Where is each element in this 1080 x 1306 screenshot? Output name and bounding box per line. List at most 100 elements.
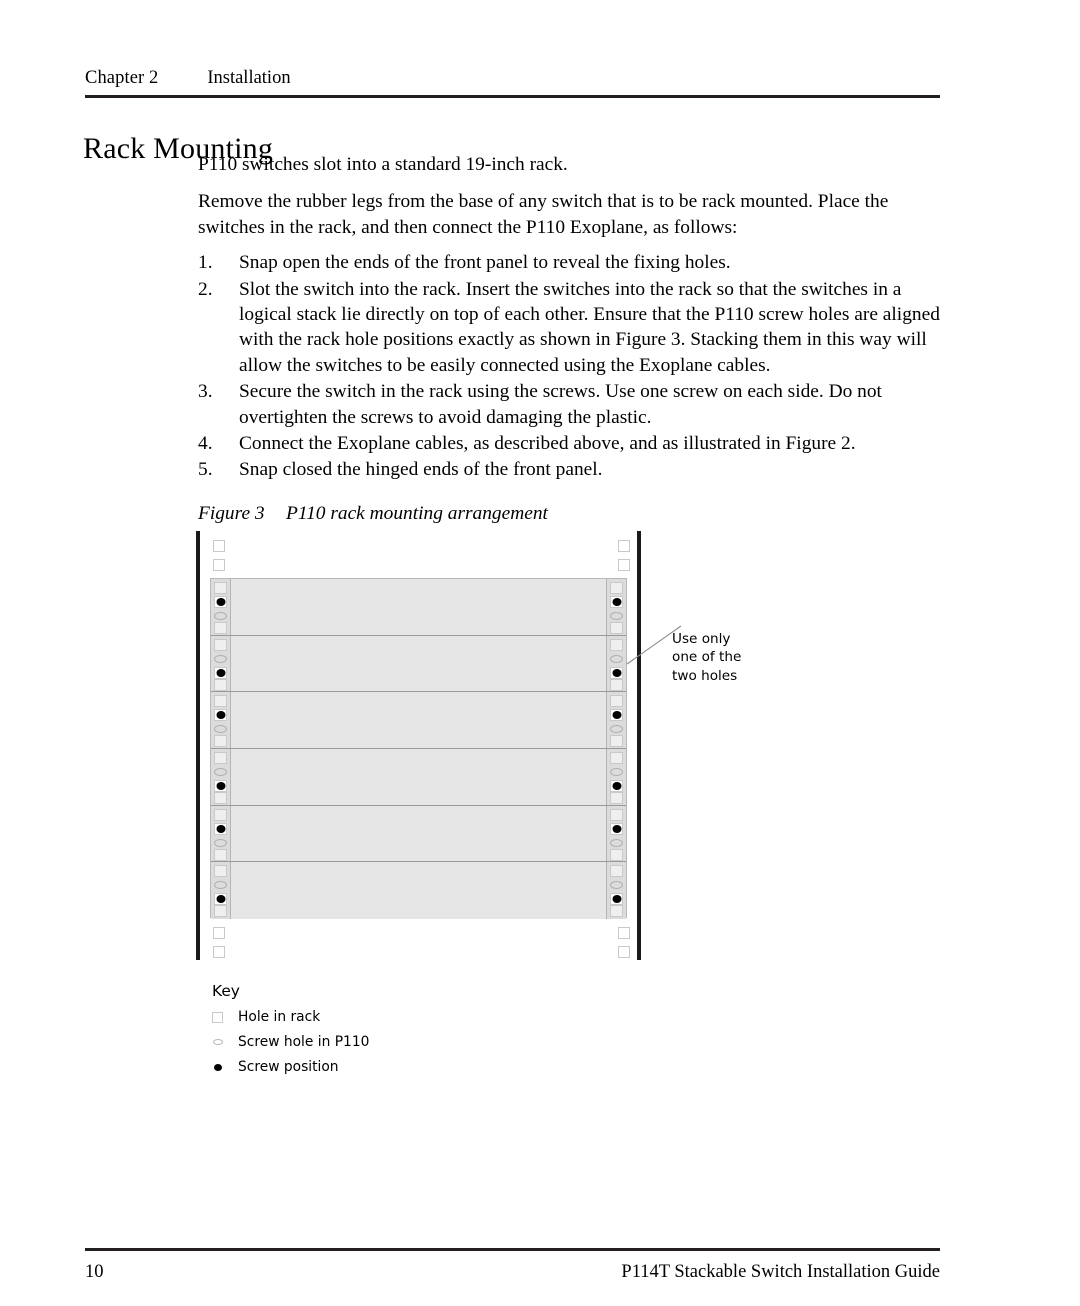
rack-hole-marker xyxy=(610,848,623,861)
screw-position-marker xyxy=(610,780,623,792)
screw-position-marker xyxy=(610,822,623,835)
list-item: 2. Slot the switch into the rack. Insert… xyxy=(198,277,946,379)
switch-unit xyxy=(211,692,626,749)
switch-ear-right xyxy=(606,805,626,862)
rack-hole-left xyxy=(213,946,225,958)
rack-hole-marker xyxy=(610,695,623,708)
screw-hole-marker xyxy=(214,654,227,663)
screw-hole-marker xyxy=(214,768,227,776)
rack-hole-left xyxy=(213,540,225,552)
list-item-text: Snap closed the hinged ends of the front… xyxy=(239,459,603,481)
switch-ear-right xyxy=(606,579,626,635)
switch-ear-left xyxy=(211,692,231,748)
list-item-number: 2. xyxy=(198,278,213,300)
screw-position-marker xyxy=(610,709,623,722)
switch-unit xyxy=(211,749,626,806)
screw-hole-marker xyxy=(610,725,623,734)
screw-position-marker xyxy=(214,709,227,722)
switch-unit xyxy=(211,635,626,693)
screw-position-marker xyxy=(214,780,227,792)
list-item: 3. Secure the switch in the rack using t… xyxy=(198,379,946,430)
rack-hole-marker xyxy=(214,848,227,861)
rack-hole-marker xyxy=(214,752,227,764)
screw-position-marker xyxy=(214,666,227,679)
rack-hole-marker xyxy=(610,622,623,634)
rack-hole-right xyxy=(618,927,630,939)
running-header: Chapter 2 Installation xyxy=(85,68,940,89)
rack-hole-marker xyxy=(610,582,623,594)
procedure-list: 1. Snap open the ends of the front panel… xyxy=(198,250,946,483)
switch-unit xyxy=(211,805,626,863)
rack-hole-marker xyxy=(214,678,227,691)
rack-hole-left xyxy=(213,927,225,939)
figure-caption: Figure 3 P110 rack mounting arrangement xyxy=(198,503,548,525)
rack-hole-marker xyxy=(610,808,623,821)
key-title: Key xyxy=(212,982,240,1000)
screw-position-marker xyxy=(610,893,623,906)
screw-position-dot-icon xyxy=(212,1063,238,1071)
rack-hole-marker xyxy=(214,808,227,821)
list-item: 4. Connect the Exoplane cables, as descr… xyxy=(198,431,946,456)
key-item-label: Screw position xyxy=(238,1059,339,1075)
rack-rail-right xyxy=(637,531,641,960)
rack-hole-marker xyxy=(214,735,227,748)
list-item-number: 4. xyxy=(198,433,213,455)
switch-ear-right xyxy=(606,749,626,805)
screw-hole-ellipse-icon xyxy=(212,1039,238,1045)
switch-ear-left xyxy=(211,579,231,635)
rack-hole-marker xyxy=(610,865,623,878)
switch-ear-right xyxy=(606,635,626,692)
switch-ear-left xyxy=(211,635,231,692)
header-chapter: Chapter 2 xyxy=(85,68,159,88)
rack-hole-marker xyxy=(610,905,623,918)
list-item-text: Connect the Exoplane cables, as describe… xyxy=(239,433,856,455)
page-footer: 10 P114T Stackable Switch Installation G… xyxy=(85,1262,940,1283)
key-item-screw-position: Screw position xyxy=(212,1059,369,1075)
screw-hole-marker xyxy=(610,768,623,776)
footer-rule xyxy=(85,1248,940,1251)
switch-ear-left xyxy=(211,749,231,805)
list-item: 1. Snap open the ends of the front panel… xyxy=(198,250,946,275)
rack-hole-right xyxy=(618,946,630,958)
switch-unit xyxy=(211,579,626,636)
rack-rail-left xyxy=(196,531,200,960)
switch-stack xyxy=(210,578,627,919)
key-item-hole-in-rack: Hole in rack xyxy=(212,1009,369,1025)
switch-ear-left xyxy=(211,805,231,862)
paragraph-intro: P110 switches slot into a standard 19-in… xyxy=(198,154,568,175)
key-item-label: Screw hole in P110 xyxy=(238,1034,370,1050)
list-item-number: 1. xyxy=(198,252,213,274)
rack-hole-right xyxy=(618,559,630,571)
rack-hole-marker xyxy=(610,752,623,764)
switch-ear-right xyxy=(606,862,626,919)
paragraph-procedure-lead: Remove the rubber legs from the base of … xyxy=(198,191,889,238)
rack-hole-marker xyxy=(610,735,623,748)
rack-hole-marker xyxy=(610,678,623,691)
screw-hole-marker xyxy=(610,881,623,890)
rack-hole-marker xyxy=(214,865,227,878)
list-item-number: 3. xyxy=(198,381,213,403)
list-item-text: Slot the switch into the rack. Insert th… xyxy=(239,278,940,376)
list-item: 5. Snap closed the hinged ends of the fr… xyxy=(198,457,946,482)
list-item-text: Secure the switch in the rack using the … xyxy=(239,381,882,428)
list-item-number: 5. xyxy=(198,459,213,481)
screw-hole-marker xyxy=(214,838,227,847)
screw-position-marker xyxy=(214,893,227,906)
screw-hole-marker xyxy=(610,838,623,847)
screw-hole-marker xyxy=(610,612,623,620)
rack-hole-marker xyxy=(610,792,623,804)
page-number: 10 xyxy=(85,1262,104,1282)
screw-hole-marker xyxy=(610,654,623,663)
guide-title: P114T Stackable Switch Installation Guid… xyxy=(621,1262,940,1282)
figure-key: Key Hole in rack Screw hole in P110 Scre… xyxy=(212,982,369,1084)
screw-position-marker xyxy=(610,596,623,608)
rack-hole-square-icon xyxy=(212,1011,238,1023)
rack-hole-left xyxy=(213,559,225,571)
header-topic: Installation xyxy=(207,68,291,88)
callout-use-only-one-hole: Use only one of the two holes xyxy=(672,631,742,684)
screw-hole-marker xyxy=(214,612,227,620)
figure-title: P110 rack mounting arrangement xyxy=(286,503,548,524)
switch-ear-right xyxy=(606,692,626,748)
list-item-text: Snap open the ends of the front panel to… xyxy=(239,252,731,274)
screw-position-marker xyxy=(610,666,623,679)
